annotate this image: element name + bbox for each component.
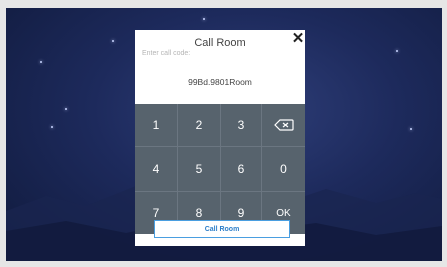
backspace-key[interactable]	[262, 104, 305, 147]
key-2[interactable]: 2	[178, 104, 221, 147]
call-code-value: 99Bd.9801Room	[188, 77, 252, 87]
star	[112, 40, 114, 42]
backspace-icon	[273, 119, 294, 131]
star	[203, 18, 205, 20]
key-6[interactable]: 6	[221, 147, 262, 192]
call-code-input[interactable]: Enter call code: 99Bd.9801Room	[135, 50, 305, 102]
call-room-dialog: Call Room ✕ Enter call code: 99Bd.9801Ro…	[135, 30, 305, 246]
star	[396, 50, 398, 52]
key-3[interactable]: 3	[221, 104, 262, 147]
dialog-title: Call Room	[194, 37, 246, 49]
key-0[interactable]: 0	[262, 147, 305, 192]
call-room-button[interactable]: Call Room	[154, 220, 290, 238]
key-1[interactable]: 1	[135, 104, 178, 147]
star	[410, 128, 412, 130]
key-5[interactable]: 5	[178, 147, 221, 192]
star	[51, 126, 53, 128]
call-code-placeholder: Enter call code:	[142, 50, 191, 57]
star	[65, 108, 67, 110]
key-4[interactable]: 4	[135, 147, 178, 192]
star	[40, 61, 42, 63]
keypad: 1 2 3 4 5 6 0 7 8 9 OK	[135, 104, 305, 234]
close-icon[interactable]: ✕	[291, 31, 305, 46]
